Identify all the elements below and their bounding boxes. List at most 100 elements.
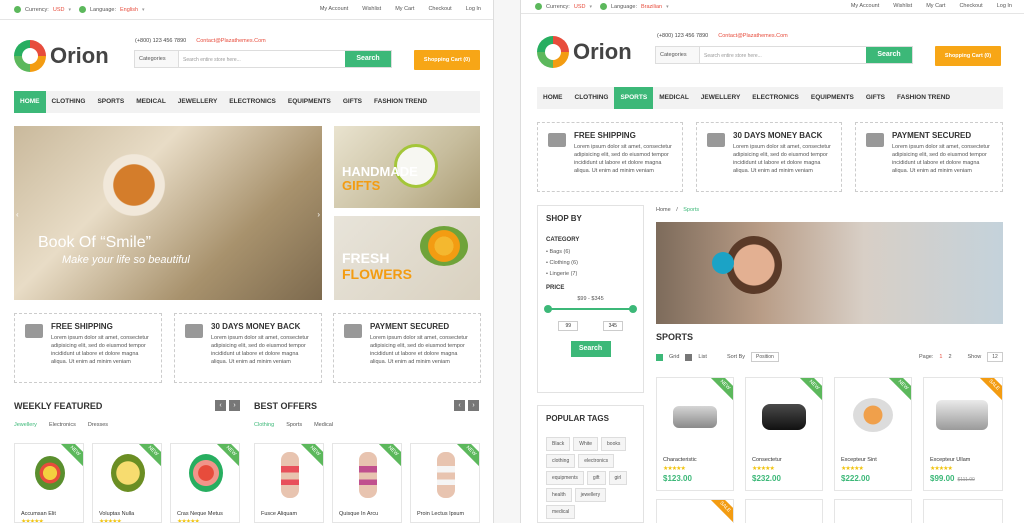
shopping-cart-button[interactable]: Shopping Cart (0) [414,50,480,70]
tag-black[interactable]: Black [546,437,571,451]
link-my-cart[interactable]: My Cart [926,3,945,9]
product-card[interactable]: NEW Quisque In Arcu [332,443,402,523]
grid-icon[interactable] [656,353,663,361]
price-min-field[interactable]: 99 [558,321,579,331]
product-name[interactable]: Excepteur Sint [841,457,877,463]
product-card[interactable]: NEW Accumsan Elit ★★★★★ [14,443,84,523]
weekly-prev-icon[interactable]: ‹ [215,400,226,411]
nav-jewellery[interactable]: JEWELLERY [695,87,747,109]
nav-sports[interactable]: SPORTS [614,87,654,109]
link-wishlist[interactable]: Wishlist [893,3,912,9]
nav-electronics[interactable]: ELECTRONICS [223,91,282,113]
price-max-field[interactable]: 345 [602,321,623,331]
list-view-link[interactable]: List [698,354,707,360]
site-logo[interactable]: Orion [14,40,109,72]
page-1[interactable]: 1 [939,354,942,360]
product-name[interactable]: Accumsan Elit [21,511,56,517]
product-name[interactable]: Cras Neque Metus [177,511,223,517]
product-name[interactable]: Fusce Aliquam [261,511,297,517]
nav-gifts[interactable]: GIFTS [860,87,891,109]
link-checkout[interactable]: Checkout [959,3,982,9]
nav-home[interactable]: HOME [537,87,569,109]
product-card[interactable] [923,499,1003,523]
tab-jewellery[interactable]: Jewellery [14,422,37,428]
product-card[interactable]: NEW Consectetur ★★★★★ $232.00 [745,377,823,491]
tab-medical[interactable]: Medical [314,422,333,428]
link-checkout[interactable]: Checkout [428,6,451,12]
tag-health[interactable]: health [546,488,572,502]
product-card[interactable] [834,499,912,523]
product-card[interactable]: NEW Proin Lectus Ipsum [410,443,480,523]
product-card[interactable] [745,499,823,523]
filter-clothing[interactable]: • Clothing (6) [546,260,635,266]
product-name[interactable]: Voluptas Nulla [99,511,134,517]
product-name[interactable]: Consectetur [752,457,782,463]
nav-gifts[interactable]: GIFTS [337,91,368,113]
tag-books[interactable]: books [601,437,627,451]
nav-home[interactable]: HOME [14,91,46,113]
contact-email[interactable]: Contact@Plazathemes.Com [718,33,787,39]
currency-selector[interactable]: USD [53,7,65,13]
price-slider[interactable] [544,305,637,313]
link-login[interactable]: Log In [466,6,481,12]
price-search-button[interactable]: Search [570,341,611,357]
site-logo[interactable]: Orion [537,36,632,68]
currency-selector[interactable]: USD [574,4,586,10]
nav-electronics[interactable]: ELECTRONICS [746,87,805,109]
nav-medical[interactable]: MEDICAL [653,87,695,109]
product-name[interactable]: Excepteur Ullam [930,457,970,463]
nav-sports[interactable]: SPORTS [91,91,130,113]
link-my-account[interactable]: My Account [851,3,879,9]
product-card[interactable]: SALE Excepteur Ullam ★★★★★ $99.00 $111.00 [923,377,1003,491]
search-button[interactable]: Search [866,47,912,63]
tag-white[interactable]: White [573,437,599,451]
slider-handle-min[interactable] [544,305,552,313]
language-selector[interactable]: Brazilian [641,4,662,10]
tag-medical[interactable]: medical [546,505,576,519]
tab-electronics[interactable]: Electronics [49,422,76,428]
tag-girl[interactable]: girl [608,471,628,485]
tag-clothing[interactable]: clothing [546,454,576,468]
link-wishlist[interactable]: Wishlist [362,6,381,12]
page-2[interactable]: 2 [948,354,951,360]
shopping-cart-button[interactable]: Shopping Cart (0) [935,46,1001,66]
tab-dresses[interactable]: Dresses [88,422,108,428]
link-login[interactable]: Log In [997,3,1012,9]
list-icon[interactable] [685,353,693,361]
gifts-banner[interactable]: HANDMADE GIFTS [334,126,480,208]
tab-sports[interactable]: Sports [286,422,302,428]
nav-clothing[interactable]: CLOTHING [569,87,615,109]
nav-clothing[interactable]: CLOTHING [46,91,92,113]
contact-email[interactable]: Contact@Plazathemes.Com [196,38,265,44]
sort-select[interactable]: Position [751,352,779,362]
offers-next-icon[interactable]: › [468,400,479,411]
weekly-next-icon[interactable]: › [229,400,240,411]
product-name[interactable]: Quisque In Arcu [339,511,378,517]
nav-equipments[interactable]: EQUIPMENTS [805,87,860,109]
breadcrumb-home[interactable]: Home [656,207,671,213]
search-button[interactable]: Search [345,51,391,67]
link-my-cart[interactable]: My Cart [395,6,414,12]
product-name[interactable]: Proin Lectus Ipsum [417,511,464,517]
product-card[interactable]: NEW Excepteur Sint ★★★★★ $222.00 [834,377,912,491]
product-name[interactable]: Characteristic [663,457,697,463]
search-input[interactable]: Search entire store here... [179,51,345,67]
link-my-account[interactable]: My Account [320,6,348,12]
slider-next-icon[interactable]: › [317,210,320,219]
filter-bags[interactable]: • Bags (6) [546,249,635,255]
filter-lingerie[interactable]: • Lingerie (7) [546,271,635,277]
product-card[interactable]: SALE [656,499,734,523]
offers-prev-icon[interactable]: ‹ [454,400,465,411]
slider-handle-max[interactable] [629,305,637,313]
flowers-banner[interactable]: FRESH FLOWERS [334,216,480,300]
category-select[interactable]: Categories [656,47,700,63]
tag-equipments[interactable]: equipments [546,471,584,485]
category-select[interactable]: Categories [135,51,179,67]
tag-electronics[interactable]: electronics [578,454,615,468]
tag-gift[interactable]: gift [586,471,606,485]
search-input[interactable]: Search entire store here... [700,47,866,63]
product-card[interactable]: NEW Cras Neque Metus ★★★★★ [170,443,240,523]
nav-fashion-trend[interactable]: FASHION TREND [891,87,956,109]
grid-view-link[interactable]: Grid [669,354,679,360]
show-select[interactable]: 12 [987,352,1003,362]
